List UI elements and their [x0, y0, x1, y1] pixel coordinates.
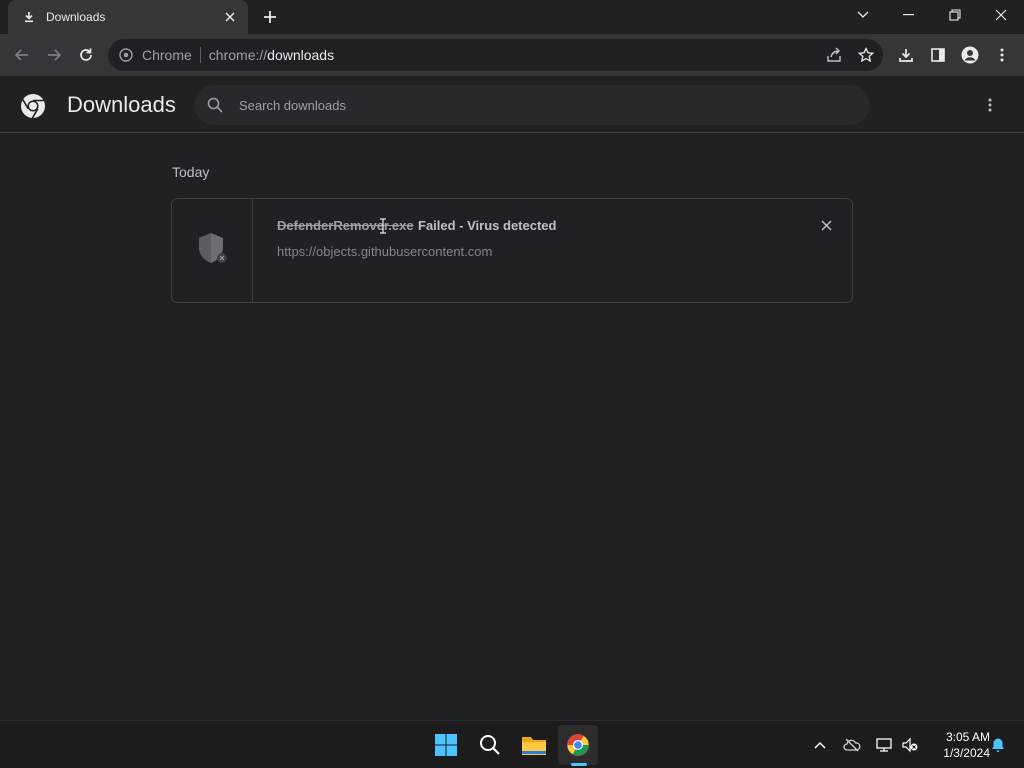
- downloads-header: Downloads Search downloads: [0, 77, 1024, 133]
- tab-title: Downloads: [46, 10, 106, 24]
- page-title: Downloads: [67, 92, 176, 117]
- text-cursor-icon: [378, 218, 388, 234]
- windows-taskbar: 3:05 AM 1/3/2024: [0, 720, 1024, 768]
- forward-button[interactable]: [40, 41, 68, 69]
- clock-date: 1/3/2024: [943, 746, 990, 760]
- downloads-toolbar-icon[interactable]: [892, 40, 920, 70]
- notification-bell-icon[interactable]: [986, 733, 1010, 757]
- onedrive-icon[interactable]: [840, 733, 864, 757]
- omnibox-separator: [199, 47, 201, 63]
- download-status: Failed - Virus detected: [418, 218, 557, 233]
- search-placeholder: Search downloads: [239, 97, 346, 113]
- chrome-icon[interactable]: [558, 725, 598, 765]
- download-filename[interactable]: DefenderRemover.exe: [277, 218, 414, 233]
- download-icon: [22, 10, 36, 24]
- restore-button[interactable]: [932, 0, 978, 30]
- search-icon: [206, 96, 224, 114]
- volume-muted-icon[interactable]: [898, 733, 922, 757]
- tab-search-icon[interactable]: [840, 0, 886, 30]
- side-panel-icon[interactable]: [924, 40, 952, 70]
- chrome-site-icon: [118, 47, 134, 63]
- network-icon[interactable]: [872, 733, 896, 757]
- active-app-indicator: [571, 763, 587, 766]
- chevron-up-icon[interactable]: [808, 733, 832, 757]
- download-item: DefenderRemover.exe Failed - Virus detec…: [171, 198, 853, 303]
- download-file-icon-column: [172, 199, 253, 302]
- windows-start-icon[interactable]: [426, 725, 466, 765]
- share-icon[interactable]: [820, 40, 848, 70]
- download-source-url[interactable]: https://objects.githubusercontent.com: [277, 244, 492, 259]
- address-bar[interactable]: Chrome chrome:// downloads: [108, 39, 883, 71]
- file-explorer-icon[interactable]: [514, 725, 554, 765]
- profile-avatar-icon[interactable]: [956, 40, 984, 70]
- reload-button[interactable]: [72, 41, 100, 69]
- browser-menu-icon[interactable]: [988, 40, 1016, 70]
- new-tab-button[interactable]: [258, 6, 282, 28]
- date-section-label: Today: [172, 164, 210, 180]
- search-icon[interactable]: [470, 725, 510, 765]
- bookmark-star-icon[interactable]: [852, 40, 880, 70]
- shield-icon: [195, 231, 229, 270]
- tab-close-icon[interactable]: [222, 9, 238, 25]
- minimize-button[interactable]: [886, 0, 932, 30]
- more-actions-icon[interactable]: [980, 95, 1000, 115]
- system-clock[interactable]: 3:05 AM 1/3/2024: [920, 729, 990, 761]
- search-downloads-field[interactable]: Search downloads: [194, 85, 870, 125]
- tab-downloads[interactable]: Downloads: [8, 0, 248, 34]
- close-window-button[interactable]: [978, 0, 1024, 30]
- chrome-logo-icon: [20, 93, 46, 119]
- site-chip: Chrome: [142, 47, 192, 63]
- title-bar: Downloads: [0, 0, 1024, 34]
- back-button[interactable]: [8, 41, 36, 69]
- url-host: downloads: [267, 47, 335, 63]
- clock-time: 3:05 AM: [945, 730, 990, 744]
- remove-download-icon[interactable]: [816, 215, 836, 235]
- url-scheme: chrome://: [208, 47, 268, 63]
